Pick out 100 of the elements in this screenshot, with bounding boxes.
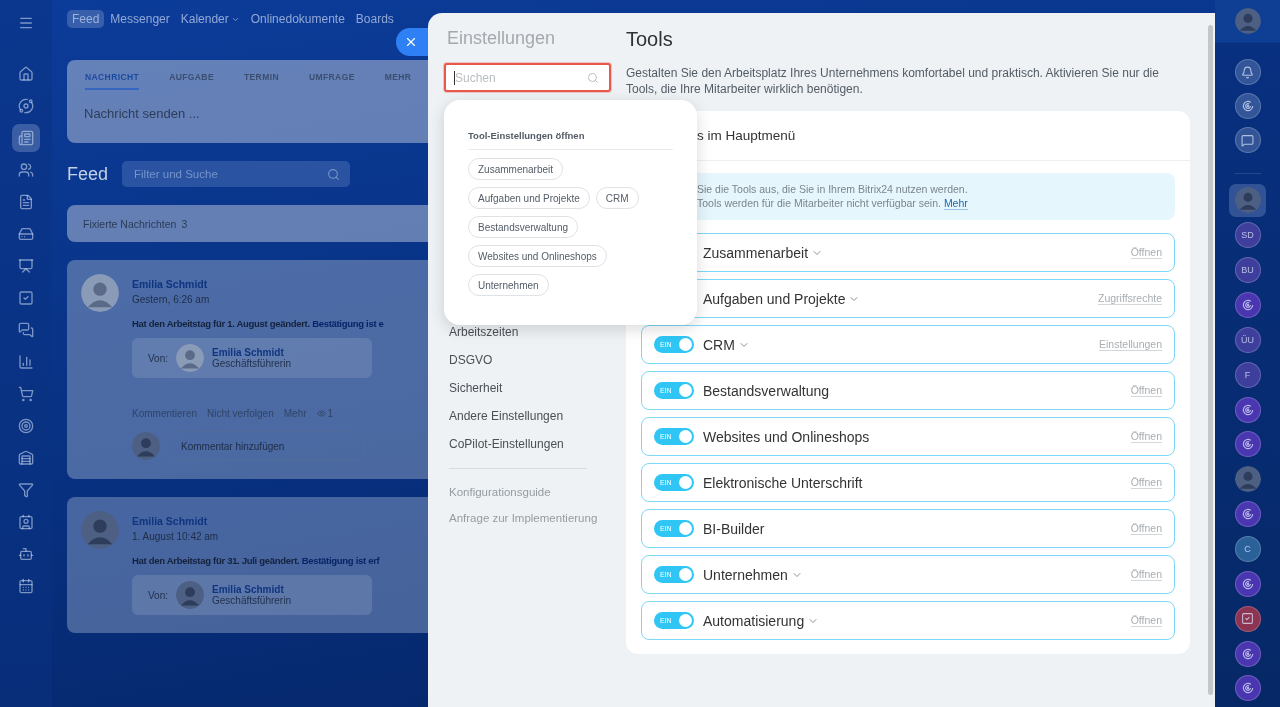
tool-action-link[interactable]: Öffnen [1130,430,1162,443]
tool-chip[interactable]: Websites und Onlineshops [468,245,607,267]
chat-avatar[interactable] [1234,292,1261,318]
nav-tab[interactable]: Onlinedokumente [245,10,350,28]
sender-name[interactable]: Emilia Schmidt [212,347,291,358]
confirm-link[interactable]: Bestätigung ist e [312,318,384,329]
drive-icon [18,226,34,242]
chat-avatar[interactable] [1234,605,1261,632]
tool-chip[interactable]: CRM [595,187,639,209]
post-time: 1. August 10:42 am [132,531,220,542]
swirl-icon [1240,402,1255,417]
contact-card-icon [18,514,34,530]
composer-tab[interactable]: AUFGABE [169,72,214,90]
document-icon [18,194,34,210]
more-link[interactable]: Mehr [943,197,968,210]
swirl-icon [1240,646,1255,661]
sender-role: Geschäftsführerin [212,358,291,369]
tool-name: CRM [703,336,735,353]
guide-link[interactable]: Konfigurationsguide [444,479,618,505]
composer-tab[interactable]: NACHRICHT [85,72,140,90]
settings-menu-item[interactable]: Andere Einstellungen [444,402,618,430]
notification-button[interactable] [1234,59,1261,85]
filter-field[interactable]: Filter und Suche [122,161,351,187]
post-action[interactable]: Kommentieren [132,408,198,419]
users-icon [18,162,34,178]
chat-avatar[interactable]: SD [1234,222,1261,249]
post-time: Gestern, 6:26 am [132,294,211,305]
tool-chip[interactable]: Unternehmen [468,274,549,296]
tool-action-link[interactable]: Öffnen [1130,568,1162,581]
tool-action-link[interactable]: Öffnen [1130,384,1162,397]
chat-avatar[interactable] [1234,93,1261,119]
tool-name: Aufgaben und Projekte [703,290,846,307]
pinned-count: 3 [181,217,188,230]
chat-avatar[interactable] [1234,431,1261,458]
scrollbar[interactable] [1208,25,1213,695]
composer-tab[interactable]: UMFRAGE [308,72,355,90]
swirl-icon [1240,681,1255,696]
chat-avatar[interactable] [1234,640,1261,667]
close-button[interactable] [396,28,428,56]
author-name[interactable]: Emilia Schmidt [132,515,380,527]
info-text: Tools werden für die Mitarbeiter nicht verfügbar sein. Mehr [697,197,969,209]
tool-action-link[interactable]: Öffnen [1130,476,1162,489]
chat-avatar[interactable] [1234,396,1261,423]
author-name[interactable]: Emilia Schmidt [132,278,384,290]
chat-avatar[interactable]: C [1234,536,1261,562]
settings-menu-item[interactable]: Sicherheit [444,374,618,402]
swirl-icon [1240,507,1255,522]
sender-name[interactable]: Emilia Schmidt [212,584,291,595]
target-icon [18,418,34,434]
chat-avatar[interactable]: BU [1234,257,1261,284]
bar-chart-icon [18,354,34,370]
nav-tab[interactable]: Messenger [105,10,175,28]
nav-tab[interactable]: Kalender [175,10,245,28]
guide-link[interactable]: Anfrage zur Implementierung [444,505,618,531]
post-action[interactable]: Nicht verfolgen [207,408,274,419]
settings-menu-item[interactable]: DSGVO [444,346,618,374]
nav-tab[interactable]: Boards [350,10,399,28]
avatar [81,511,119,549]
chat-avatar[interactable] [1234,675,1261,702]
swirl-icon [1240,576,1255,591]
tool-chip[interactable]: Bestandsverwaltung [468,216,579,238]
post-text: Hat den Arbeitstag für 1. August geändert. Bestätigung ist e [132,318,384,329]
sidebar-item[interactable] [12,124,40,152]
confirm-link[interactable]: Bestätigung ist erf [301,555,380,566]
chat-avatar[interactable]: F [1234,361,1261,388]
search-icon [587,71,599,84]
orbit-icon [18,98,34,114]
swirl-icon [1240,99,1255,113]
messages-button[interactable] [1234,127,1261,153]
nav-tab[interactable]: Feed [67,10,105,28]
checkbox-icon [18,290,34,306]
robot-icon [18,546,34,562]
tool-chip[interactable]: Aufgaben und Projekte [468,187,590,209]
checkbox-icon [1241,612,1254,626]
tool-action-link[interactable]: Öffnen [1130,246,1162,259]
chat-avatar[interactable] [1234,501,1261,528]
calendar-icon [18,578,34,594]
post-action[interactable]: Mehr [283,408,307,419]
tool-action-link[interactable]: Öffnen [1130,614,1162,627]
chat-icon [1241,133,1254,147]
feed-title: Feed [67,163,109,185]
tool-chip[interactable]: Zusammenarbeit [468,158,564,180]
tool-action-link[interactable]: Zugriffsrechte [1098,292,1162,305]
tool-name: Automatisierung [703,612,805,629]
search-field[interactable]: Suchen [444,63,611,92]
message-field[interactable]: Nachricht senden ... [67,90,428,143]
settings-menu-item[interactable]: CoPilot-Einstellungen [444,430,618,458]
page-description: Gestalten Sie den Arbeitsplatz Ihres Unternehmens komfortabel und praktisch. Aktivieren Sie nur die Tools, die Ihre Mitarbeiter wirklich benötigen. [626,65,1160,97]
chat-avatar[interactable] [1234,570,1261,597]
page-title: Tools [626,28,674,51]
tool-action-link[interactable]: Öffnen [1130,522,1162,535]
bell-icon [1241,65,1254,79]
view-count: 1 [316,408,334,419]
home-icon [18,66,34,82]
tool-action-link[interactable]: Einstellungen [1098,338,1162,351]
composer-tab[interactable]: TERMIN [243,72,279,90]
chat-avatar[interactable]: ÜU [1234,326,1261,353]
settings-title: Einstellungen [447,28,557,49]
pinned-bar[interactable]: Fixierte Nachrichten 3 [67,205,428,242]
composer-tab[interactable]: MEHR [384,72,412,90]
